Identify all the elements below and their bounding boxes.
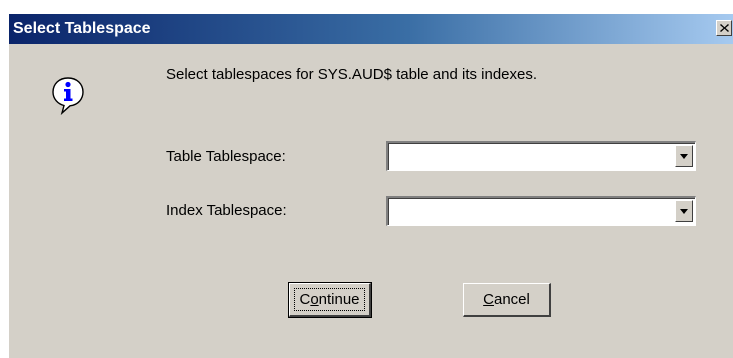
close-icon [719, 24, 729, 32]
chevron-down-icon [680, 208, 688, 214]
dialog-title: Select Tablespace [13, 20, 151, 37]
table-tablespace-label: Table Tablespace: [166, 148, 286, 165]
index-tablespace-dropdown-button[interactable] [675, 200, 693, 222]
select-tablespace-dialog: Select Tablespace Select tablespaces for… [8, 14, 733, 358]
dialog-message: Select tablespaces for SYS.AUD$ table an… [166, 66, 538, 83]
index-tablespace-label: Index Tablespace: [166, 202, 287, 219]
close-button[interactable] [716, 20, 732, 36]
cancel-button-label: Cancel [483, 291, 530, 308]
continue-button[interactable]: Continue [288, 282, 372, 318]
title-bar[interactable]: Select Tablespace [9, 14, 733, 44]
table-tablespace-dropdown[interactable] [386, 141, 696, 171]
chevron-down-icon [680, 153, 688, 159]
info-icon [52, 77, 84, 116]
continue-button-label: Continue [299, 291, 360, 308]
cancel-button[interactable]: Cancel [463, 283, 551, 317]
table-tablespace-dropdown-button[interactable] [675, 145, 693, 167]
index-tablespace-dropdown[interactable] [386, 196, 696, 226]
